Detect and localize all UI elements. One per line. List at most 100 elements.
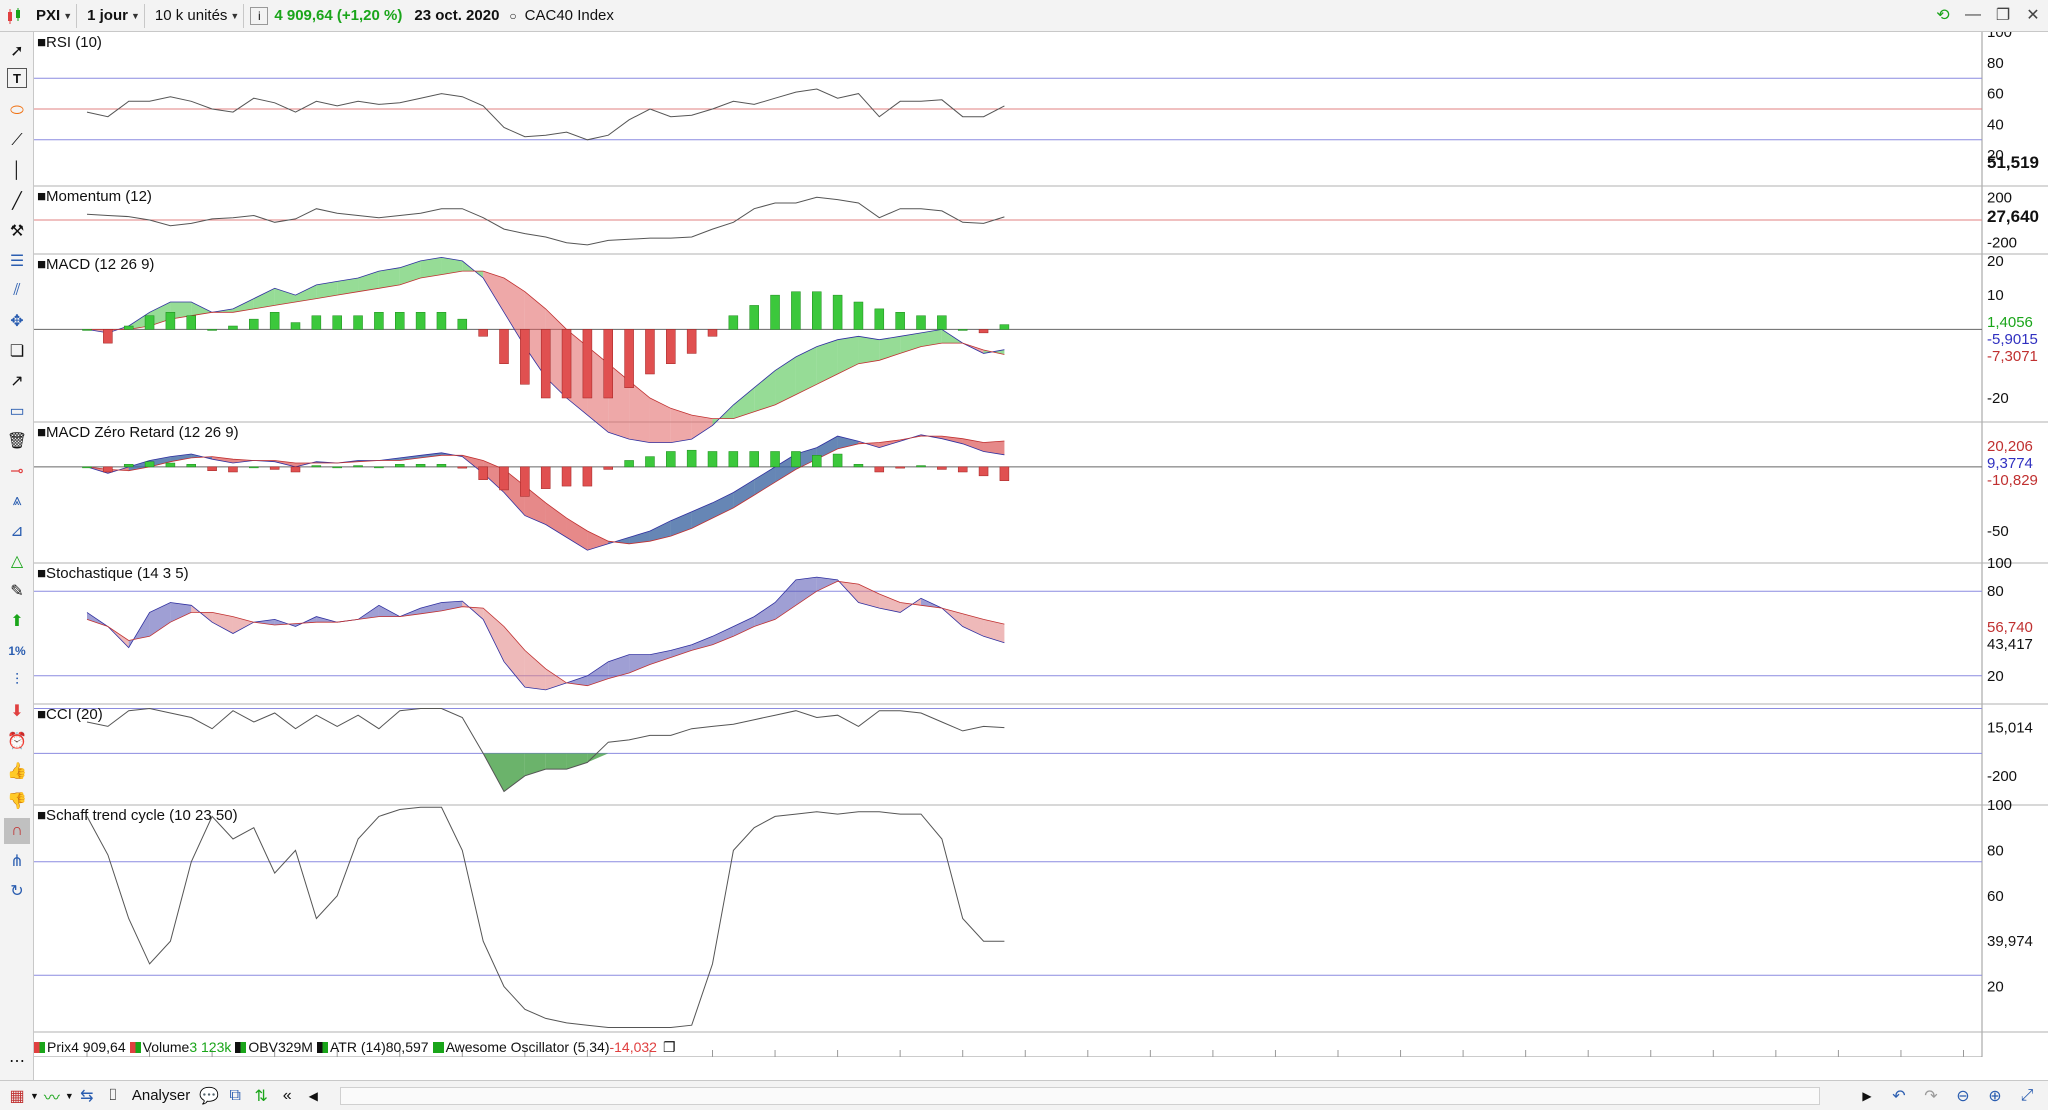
- trendline-icon[interactable]: ╱: [4, 188, 30, 214]
- scroll-right-icon[interactable]: ▶: [1854, 1083, 1880, 1109]
- histogram-bar: [895, 312, 905, 330]
- horizontal-scrollbar[interactable]: [340, 1087, 1820, 1105]
- percent-icon[interactable]: 1%: [4, 638, 30, 664]
- radio-icon[interactable]: ○: [509, 9, 516, 23]
- histogram-bar: [374, 466, 384, 469]
- arrow-up-icon[interactable]: ⬆: [4, 608, 30, 634]
- legend-popout-icon[interactable]: ❐: [663, 1039, 676, 1056]
- last-value-label: -7,3071: [1987, 348, 2038, 365]
- candlestick-icon[interactable]: [4, 5, 26, 27]
- tools-icon[interactable]: ⚒: [4, 218, 30, 244]
- macd-fill: [545, 502, 567, 538]
- compare-icon[interactable]: ⇅: [248, 1083, 274, 1109]
- minimize-icon[interactable]: —: [1962, 4, 1984, 26]
- y-tick-label: -200: [1987, 235, 2017, 252]
- fibonacci-icon[interactable]: ☰: [4, 248, 30, 274]
- fan-icon[interactable]: ⊿: [4, 518, 30, 544]
- zoom-out-icon[interactable]: ⊖: [1950, 1083, 1976, 1109]
- share-icon[interactable]: ⇆: [74, 1083, 100, 1109]
- stochastic-fill: [962, 613, 984, 637]
- histogram-bar: [82, 329, 92, 331]
- segment-icon[interactable]: ⟋: [4, 128, 30, 154]
- period-selector[interactable]: 1 jour ▼: [83, 3, 145, 28]
- more-tools-icon[interactable]: ⋯: [4, 1048, 30, 1074]
- magnet-icon[interactable]: ∩: [4, 818, 30, 844]
- histogram-bar: [561, 329, 572, 399]
- y-tick-label: 80: [1987, 55, 2004, 72]
- restore-icon[interactable]: ❐: [1992, 4, 2014, 26]
- horizontal-line-icon[interactable]: ⊸: [4, 458, 30, 484]
- legend-value: 329M: [277, 1039, 313, 1055]
- y-tick-label: 80: [1987, 583, 2004, 600]
- chevron-down-icon[interactable]: ▼: [65, 1091, 74, 1101]
- histogram-bar: [499, 329, 509, 364]
- screens-icon[interactable]: ⧉: [222, 1083, 248, 1109]
- cursor-icon[interactable]: ➚: [4, 38, 30, 64]
- close-icon[interactable]: ✕: [2022, 4, 2044, 26]
- histogram-bar: [540, 329, 551, 399]
- histogram-bar: [165, 462, 176, 468]
- histogram-bar: [395, 312, 405, 330]
- copy-icon[interactable]: ❏: [4, 338, 30, 364]
- y-tick-label: 40: [1987, 116, 2004, 133]
- histogram-bar: [603, 329, 613, 399]
- units-selector[interactable]: 10 k unités ▼: [151, 3, 245, 28]
- chart-canvas[interactable]: 100 80 60 40 20 ■RSI (10) 51,519 200 -200 ■Moment…: [34, 24, 2048, 1076]
- legend-item[interactable]: Awesome Oscillator (5 34) -14,032: [432, 1039, 657, 1055]
- symbol-selector[interactable]: PXI ▼: [32, 3, 78, 28]
- histogram-bar: [311, 465, 322, 468]
- pitchfork-icon[interactable]: ⋔: [4, 848, 30, 874]
- legend-item[interactable]: ATR (14) 80,597: [316, 1039, 429, 1055]
- zoom-in-icon[interactable]: ⊕: [1982, 1083, 2008, 1109]
- histogram-bar: [791, 451, 801, 468]
- bracket-icon[interactable]: ⌷: [100, 1083, 126, 1109]
- thumbs-down-icon[interactable]: 👎: [4, 788, 30, 814]
- last-value-label: 56,740: [1987, 619, 2033, 636]
- arrow-down-icon[interactable]: ⬇: [4, 698, 30, 724]
- info-icon[interactable]: i: [250, 6, 269, 25]
- histogram-bar: [415, 464, 426, 468]
- alarm-icon[interactable]: ⏰: [4, 728, 30, 754]
- comment-icon[interactable]: 💬: [196, 1083, 222, 1109]
- legend-item[interactable]: Volume 3 123k: [129, 1039, 231, 1055]
- cursor-cycle-icon[interactable]: ↻: [4, 878, 30, 904]
- refresh-icon[interactable]: ⟲: [1932, 4, 1954, 26]
- histogram-bar: [874, 308, 885, 330]
- macd-fill: [649, 520, 671, 542]
- undo-icon[interactable]: ↶: [1886, 1083, 1912, 1109]
- move-icon[interactable]: ✥: [4, 308, 30, 334]
- redo-icon[interactable]: ↷: [1918, 1083, 1944, 1109]
- triangle-icon[interactable]: △: [4, 548, 30, 574]
- thumbs-up-icon[interactable]: 👍: [4, 758, 30, 784]
- stochastic-fill: [629, 654, 650, 673]
- regression-icon[interactable]: ⫶: [4, 668, 30, 694]
- chevron-down-icon[interactable]: ▼: [30, 1091, 39, 1101]
- trash-icon[interactable]: 🗑: [4, 428, 30, 454]
- channel-icon[interactable]: ⫽: [4, 278, 30, 304]
- rewind-icon[interactable]: «: [274, 1083, 300, 1109]
- legend-item[interactable]: OBV 329M: [235, 1039, 313, 1055]
- histogram-bar: [269, 466, 280, 470]
- legend-swatch: [316, 1041, 328, 1053]
- vertical-line-icon[interactable]: │: [4, 158, 30, 184]
- text-tool-icon[interactable]: T: [7, 68, 27, 88]
- zoom-reset-icon[interactable]: ⤢: [2014, 1083, 2040, 1109]
- legend-label: Awesome Oscillator (5 34): [445, 1039, 610, 1055]
- scroll-left-icon[interactable]: ◀: [300, 1083, 326, 1109]
- analyse-button[interactable]: Analyser: [132, 1087, 190, 1104]
- pencil-icon[interactable]: ✎: [4, 578, 30, 604]
- histogram-bar: [520, 329, 530, 385]
- ellipse-icon[interactable]: ⬭: [4, 98, 30, 124]
- line-chart-icon[interactable]: 〰: [39, 1083, 65, 1109]
- last-value-label: 27,640: [1987, 207, 2039, 226]
- chart-type-icon[interactable]: ▦: [4, 1083, 30, 1109]
- y-tick-label: 200: [1987, 189, 2012, 206]
- histogram-bar: [937, 466, 947, 470]
- arrow-icon[interactable]: ↗: [4, 368, 30, 394]
- chart-area[interactable]: 100 80 60 40 20 ■RSI (10) 51,519 200 -200 ■Moment…: [34, 24, 2048, 1076]
- rectangle-icon[interactable]: ▭: [4, 398, 30, 424]
- pattern-icon[interactable]: ⩓: [4, 488, 30, 514]
- histogram-bar: [686, 449, 697, 468]
- legend-item[interactable]: Prix 4 909,64: [34, 1039, 126, 1055]
- histogram-bar: [853, 301, 864, 330]
